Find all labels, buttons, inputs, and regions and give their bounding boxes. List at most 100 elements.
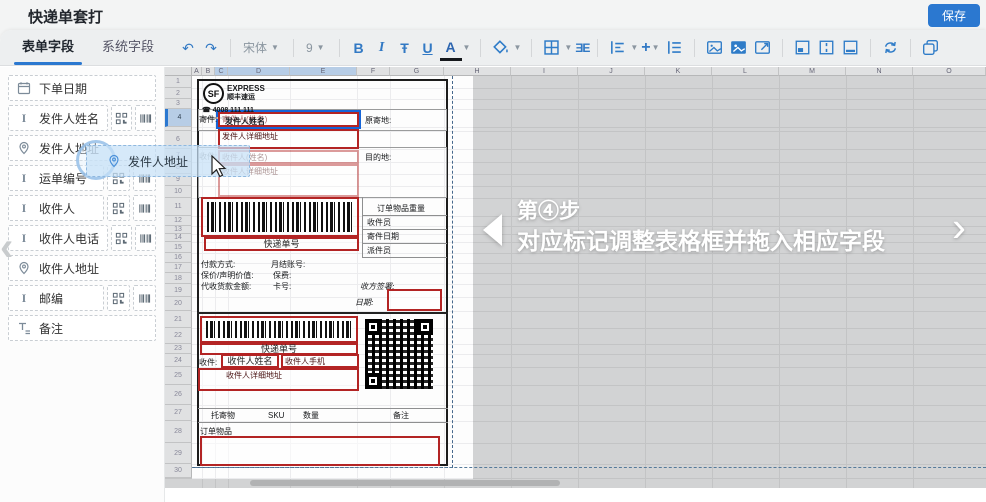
font-family-select[interactable]: 宋体▼	[239, 39, 285, 56]
barcode-icon[interactable]	[135, 225, 156, 251]
chevron-down-icon[interactable]: ▼	[463, 43, 471, 52]
column-header-M[interactable]: M	[779, 67, 846, 76]
barcode-icon[interactable]	[135, 105, 156, 131]
row-header-14[interactable]: 14	[165, 234, 192, 242]
barcode-icon[interactable]	[133, 285, 156, 311]
receiver-address-field[interactable]: 收件人详细地址	[198, 368, 359, 391]
row-header-27[interactable]: 27	[165, 405, 192, 421]
row-header-16[interactable]: 16	[165, 253, 192, 263]
sender-name-field[interactable]: 寄件人(姓名)发件人姓名	[218, 112, 359, 127]
undo-icon[interactable]: ↶	[177, 33, 199, 63]
sidebar-field-发件人姓名[interactable]: I发件人姓名	[8, 105, 108, 131]
tab-form-fields[interactable]: 表单字段	[16, 30, 80, 66]
waybill-barcode-field[interactable]	[201, 197, 359, 237]
image-link-icon[interactable]	[754, 39, 771, 56]
prev-step-icon[interactable]	[483, 214, 502, 246]
chevron-down-icon[interactable]: ▼	[652, 43, 660, 52]
font-color-button[interactable]: A	[440, 37, 462, 61]
image-icon[interactable]	[706, 39, 723, 56]
chevron-down-icon[interactable]: ▼	[564, 43, 572, 52]
column-header-K[interactable]: K	[645, 67, 712, 76]
waybill-barcode-2[interactable]	[200, 316, 358, 343]
row-header-20[interactable]: 20	[165, 297, 192, 311]
column-header-B[interactable]: B	[202, 67, 215, 76]
row-header-18[interactable]: 18	[165, 273, 192, 284]
underline-button[interactable]: U	[417, 33, 439, 63]
waybill-number-field[interactable]: 快递单号	[204, 237, 359, 251]
order-items-field[interactable]	[200, 436, 440, 466]
doc-fill-icon[interactable]	[794, 39, 811, 56]
horizontal-scrollbar[interactable]	[250, 480, 560, 486]
row-header-26[interactable]: 26	[165, 385, 192, 405]
row-header-12[interactable]: 12	[165, 216, 192, 226]
row-header-17[interactable]: 17	[165, 263, 192, 273]
row-header-30[interactable]: 30	[165, 464, 192, 478]
row-header-3[interactable]: 3	[165, 99, 192, 109]
row-header-10[interactable]: 10	[165, 186, 192, 198]
merge-cells-icon[interactable]: ƎE	[575, 41, 589, 55]
outdent-icon[interactable]	[666, 39, 683, 56]
column-header-H[interactable]: H	[444, 67, 511, 76]
row-header-24[interactable]: 24	[165, 354, 192, 367]
qr-code-icon[interactable]	[107, 285, 130, 311]
sync-icon[interactable]	[882, 39, 899, 56]
row-header-29[interactable]: 29	[165, 443, 192, 464]
sidebar-field-邮编[interactable]: I邮编	[8, 285, 104, 311]
sidebar-field-下单日期[interactable]: 下单日期	[8, 75, 156, 101]
row-header-2[interactable]: 2	[165, 88, 192, 99]
sidebar-field-备注[interactable]: 备注	[8, 315, 156, 341]
image-filled-icon[interactable]	[730, 39, 747, 56]
label-sheet[interactable]: SF EXPRESS 顺丰速运 ☎ 4008 111 111 寄件:寄件人(姓名…	[192, 76, 473, 479]
qr-code-icon[interactable]	[111, 105, 132, 131]
receiver-name-field[interactable]: 收件人姓名	[221, 354, 279, 368]
row-header-4[interactable]: 4	[165, 109, 192, 127]
fill-color-icon[interactable]	[492, 39, 509, 56]
bold-button[interactable]: B	[348, 33, 370, 63]
strikethrough-button[interactable]: Ŧ	[394, 33, 416, 63]
row-header-22[interactable]: 22	[165, 328, 192, 344]
qr-code[interactable]	[365, 319, 433, 389]
split-columns-icon[interactable]	[818, 39, 835, 56]
redo-icon[interactable]: ↷	[200, 33, 222, 63]
row-header-28[interactable]: 28	[165, 421, 192, 443]
next-step-icon[interactable]: ›	[952, 203, 966, 251]
row-header-25[interactable]: 25	[165, 367, 192, 385]
row-header-15[interactable]: 15	[165, 242, 192, 253]
collapse-sidebar-icon[interactable]: ‹	[0, 227, 13, 267]
insert-icon[interactable]: +	[641, 33, 650, 63]
row-header-23[interactable]: 23	[165, 344, 192, 354]
italic-button[interactable]: I	[371, 33, 393, 63]
column-header-L[interactable]: L	[712, 67, 779, 76]
split-rows-icon[interactable]	[842, 39, 859, 56]
column-header-I[interactable]: I	[511, 67, 578, 76]
chevron-down-icon[interactable]: ▼	[513, 43, 521, 52]
column-header-N[interactable]: N	[846, 67, 913, 76]
font-size-select[interactable]: 9▼	[302, 41, 331, 55]
date-box[interactable]	[387, 289, 442, 311]
row-header-13[interactable]: 13	[165, 226, 192, 234]
column-header-C[interactable]: C	[215, 67, 228, 76]
row-header-19[interactable]: 19	[165, 284, 192, 297]
tab-system-fields[interactable]: 系统字段	[96, 30, 160, 66]
qr-code-icon[interactable]	[111, 225, 132, 251]
sidebar-field-收件人电话[interactable]: I收件人电话	[8, 225, 108, 251]
column-header-F[interactable]: F	[357, 67, 390, 76]
chevron-down-icon[interactable]: ▼	[630, 43, 638, 52]
align-icon[interactable]	[609, 39, 626, 56]
row-header-1[interactable]: 1	[165, 76, 192, 88]
column-header-D[interactable]: D	[228, 67, 290, 76]
sidebar-field-收件人[interactable]: I收件人	[8, 195, 104, 221]
row-header-11[interactable]: 11	[165, 198, 192, 216]
column-header-A[interactable]: A	[192, 67, 202, 76]
qr-code-icon[interactable]	[107, 195, 130, 221]
borders-icon[interactable]	[543, 39, 560, 56]
column-header-G[interactable]: G	[390, 67, 444, 76]
design-canvas[interactable]: SF EXPRESS 顺丰速运 ☎ 4008 111 111 寄件:寄件人(姓名…	[165, 67, 986, 488]
copy-icon[interactable]	[922, 39, 939, 56]
grid-corner[interactable]	[165, 67, 192, 76]
column-header-J[interactable]: J	[578, 67, 645, 76]
sidebar-field-收件人地址[interactable]: 收件人地址	[8, 255, 156, 281]
column-header-E[interactable]: E	[290, 67, 357, 76]
column-header-O[interactable]: O	[913, 67, 986, 76]
save-button[interactable]: 保存	[928, 4, 980, 27]
